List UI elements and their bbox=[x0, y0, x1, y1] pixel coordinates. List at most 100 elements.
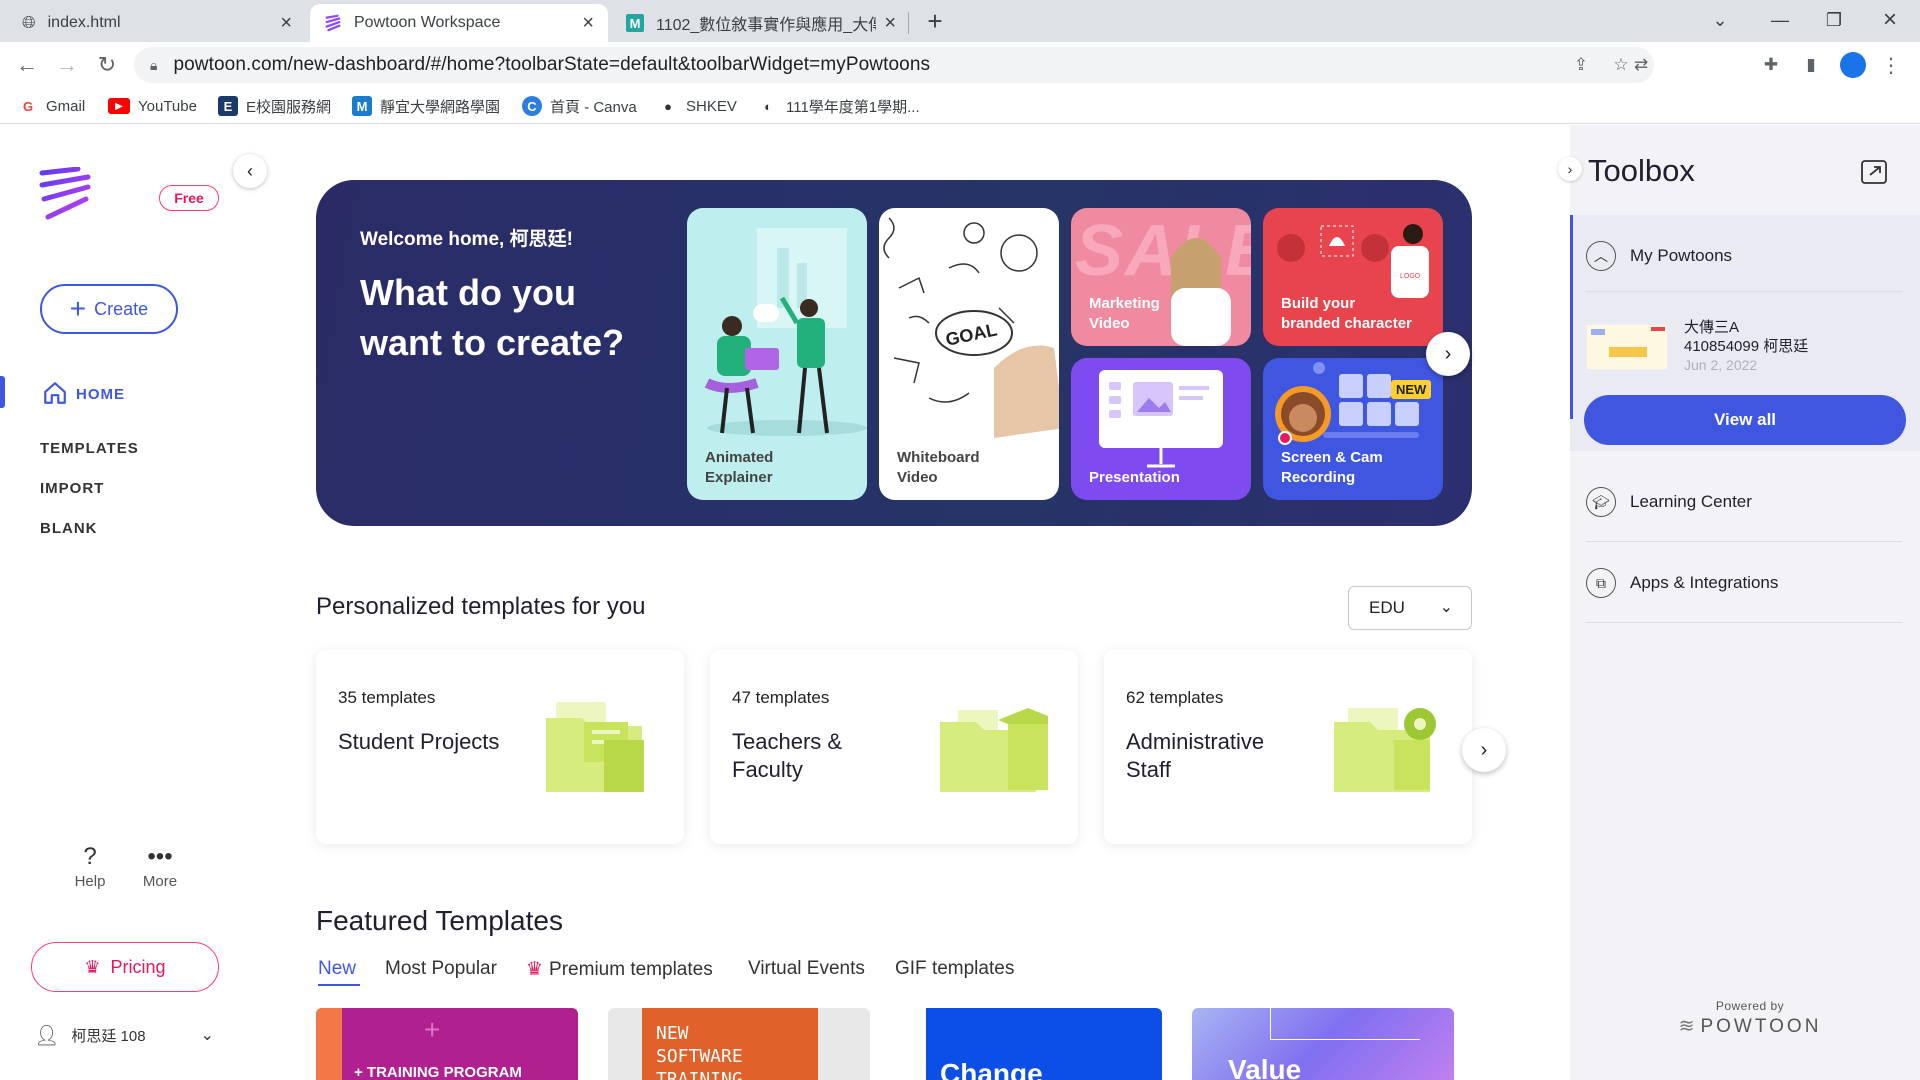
bookmark-shkev[interactable]: ● SHKEV bbox=[658, 94, 737, 118]
chevron-left-icon: ‹ bbox=[247, 160, 253, 181]
plan-badge: Free bbox=[159, 185, 219, 211]
tab-most-popular[interactable]: Most Popular bbox=[385, 958, 497, 980]
crown-icon: ♛ bbox=[526, 959, 544, 980]
apps-integrations-link[interactable]: ⧉ Apps & Integrations bbox=[1586, 568, 1778, 598]
tab-powtoon-workspace[interactable]: Powtoon Workspace × bbox=[310, 4, 608, 42]
sidebar-item-templates[interactable]: TEMPLATES bbox=[40, 440, 139, 457]
sidebar-item-import[interactable]: IMPORT bbox=[40, 480, 104, 497]
card-label: Marketing Video bbox=[1089, 295, 1160, 332]
more-button[interactable]: ••• More bbox=[125, 841, 195, 890]
tab-search-icon[interactable]: ⌄ bbox=[1690, 0, 1750, 40]
collapse-sidebar-button[interactable]: ‹ bbox=[233, 154, 267, 188]
svg-text:GOAL: GOAL bbox=[944, 319, 999, 349]
bookmark-label: SHKEV bbox=[686, 97, 737, 115]
my-powtoons-toggle[interactable]: ︿ My Powtoons bbox=[1586, 241, 1732, 271]
tab-course[interactable]: M 1102_數位敘事實作與應用_大傳 × bbox=[612, 4, 910, 42]
card-screen-cam-recording[interactable]: NEW Screen & Cam Recording bbox=[1263, 358, 1443, 500]
bookmark-label: YouTube bbox=[138, 97, 197, 115]
chevron-down-icon: ⌄ bbox=[1439, 599, 1453, 616]
reload-icon[interactable]: ↻ bbox=[90, 48, 124, 82]
divider bbox=[1586, 291, 1902, 292]
card-label: Screen & Cam Recording bbox=[1281, 449, 1383, 486]
new-tab-icon[interactable]: + bbox=[920, 6, 950, 36]
extensions-icon[interactable]: ✚ bbox=[1760, 54, 1782, 76]
close-tab-icon[interactable]: × bbox=[280, 12, 292, 35]
folder-document-icon bbox=[546, 702, 644, 792]
templates-next-button[interactable]: › bbox=[1462, 728, 1506, 772]
card-whiteboard-video[interactable]: GOAL Whiteboard Video bbox=[879, 208, 1059, 500]
thumb-text: NEW SOFTWARE TRAINING bbox=[656, 1023, 743, 1080]
bookmark-gmail[interactable]: G Gmail bbox=[18, 94, 85, 118]
audience-select[interactable]: EDU ⌄ bbox=[1348, 586, 1472, 630]
restore-icon[interactable]: ❐ bbox=[1804, 0, 1864, 40]
minimize-icon[interactable]: — bbox=[1750, 0, 1810, 40]
bookmark-star-icon[interactable]: ☆ bbox=[1610, 54, 1632, 76]
sidebar-item-blank[interactable]: BLANK bbox=[40, 520, 98, 537]
tab-index-html[interactable]: 🌐︎ index.html × bbox=[8, 4, 306, 42]
svg-text:LOGO: LOGO bbox=[1400, 273, 1421, 280]
bookmark-e-campus[interactable]: E E校園服務網 bbox=[218, 94, 331, 118]
google-icon: G bbox=[22, 98, 34, 114]
translate-icon[interactable]: ⇄ bbox=[1630, 54, 1652, 76]
card-animated-explainer[interactable]: Animated Explainer bbox=[687, 208, 867, 500]
my-powtoons-label: My Powtoons bbox=[1630, 246, 1733, 265]
bookmark-canva[interactable]: C 首頁 - Canva bbox=[522, 94, 637, 118]
create-label: Create bbox=[94, 298, 149, 319]
close-window-icon[interactable]: × bbox=[1860, 0, 1920, 40]
powtoon-item[interactable]: 大傳三A 410854099 柯思廷 Jun 2, 2022 bbox=[1586, 318, 1906, 378]
user-name: 柯思廷 108 bbox=[71, 1027, 146, 1045]
card-presentation[interactable]: Presentation bbox=[1071, 358, 1251, 500]
help-button[interactable]: ? Help bbox=[55, 841, 125, 890]
active-indicator bbox=[0, 376, 5, 408]
thumb-frame bbox=[1270, 1008, 1420, 1040]
create-button[interactable]: + Create bbox=[40, 284, 178, 334]
template-card-student-projects[interactable]: 35 templates Student Projects bbox=[316, 650, 684, 844]
bookmark-university[interactable]: M 靜宜大學網路學園 bbox=[352, 94, 500, 118]
tab-virtual-events[interactable]: Virtual Events bbox=[748, 958, 865, 980]
view-all-button[interactable]: View all bbox=[1584, 395, 1906, 445]
powtoon-icon bbox=[325, 14, 341, 32]
tab-title: 1102_數位敘事實作與應用_大傳 bbox=[656, 17, 877, 34]
collapse-toolbox-button[interactable]: › bbox=[1558, 157, 1582, 181]
tab-title: Powtoon Workspace bbox=[354, 14, 501, 31]
profile-avatar[interactable] bbox=[1840, 52, 1866, 78]
card-label: Build your branded character bbox=[1281, 295, 1412, 332]
template-category-name: Administrative Staff bbox=[1126, 729, 1265, 782]
close-tab-icon[interactable]: × bbox=[884, 12, 896, 35]
template-card-administrative-staff[interactable]: 62 templates Administrative Staff bbox=[1104, 650, 1472, 844]
home-icon bbox=[44, 382, 66, 404]
learning-center-link[interactable]: 🎓︎ Learning Center bbox=[1586, 487, 1752, 517]
open-external-icon[interactable] bbox=[1860, 159, 1888, 185]
card-label: Whiteboard Video bbox=[897, 449, 980, 486]
learning-center-label: Learning Center bbox=[1630, 492, 1752, 511]
featured-thumb-training-program[interactable]: + + TRAINING PROGRAM bbox=[316, 1008, 578, 1080]
powtoon-logo bbox=[39, 167, 91, 220]
featured-thumb-software-training[interactable]: NEW SOFTWARE TRAINING bbox=[608, 1008, 870, 1080]
bookmark-youtube[interactable]: ▶ YouTube bbox=[108, 94, 197, 118]
crown-icon: ♛ bbox=[84, 956, 101, 977]
hero-next-button[interactable]: › bbox=[1426, 332, 1470, 376]
card-branded-character[interactable]: LOGO Build your branded character bbox=[1263, 208, 1443, 346]
forward-icon[interactable]: → bbox=[50, 48, 84, 82]
globe-icon: ◐ bbox=[764, 98, 772, 114]
more-label: More bbox=[142, 873, 178, 890]
plus-icon: + bbox=[69, 293, 87, 324]
address-bar[interactable]: 🔒︎ powtoon.com/new-dashboard/#/home?tool… bbox=[134, 47, 1654, 83]
hero-headline: What do you want to create? bbox=[360, 272, 625, 363]
featured-thumb-value[interactable]: Value bbox=[1192, 1008, 1454, 1080]
menu-kebab-icon[interactable]: ⋮ bbox=[1880, 54, 1902, 77]
pricing-button[interactable]: ♛ Pricing bbox=[31, 942, 219, 992]
tab-new[interactable]: New bbox=[318, 958, 356, 980]
bookmark-semester[interactable]: ◐ 111學年度第1學期... bbox=[758, 94, 920, 118]
share-icon[interactable]: ⇪ bbox=[1570, 54, 1592, 76]
tab-gif-templates[interactable]: GIF templates bbox=[895, 958, 1014, 980]
close-tab-icon[interactable]: × bbox=[582, 12, 594, 35]
side-panel-icon[interactable]: ▮ bbox=[1800, 54, 1822, 76]
template-card-teachers-faculty[interactable]: 47 templates Teachers & Faculty bbox=[710, 650, 1078, 844]
back-icon[interactable]: ← bbox=[10, 48, 44, 82]
featured-thumb-change[interactable]: Change bbox=[900, 1008, 1162, 1080]
sidebar-item-home[interactable]: HOME bbox=[0, 374, 248, 418]
card-marketing-video[interactable]: SALE MarketingVideo bbox=[1071, 208, 1251, 346]
tab-premium-templates[interactable]: ♛ Premium templates bbox=[526, 958, 713, 981]
user-menu[interactable]: 👤︎ 柯思廷 108 ⌄ bbox=[34, 1020, 214, 1050]
